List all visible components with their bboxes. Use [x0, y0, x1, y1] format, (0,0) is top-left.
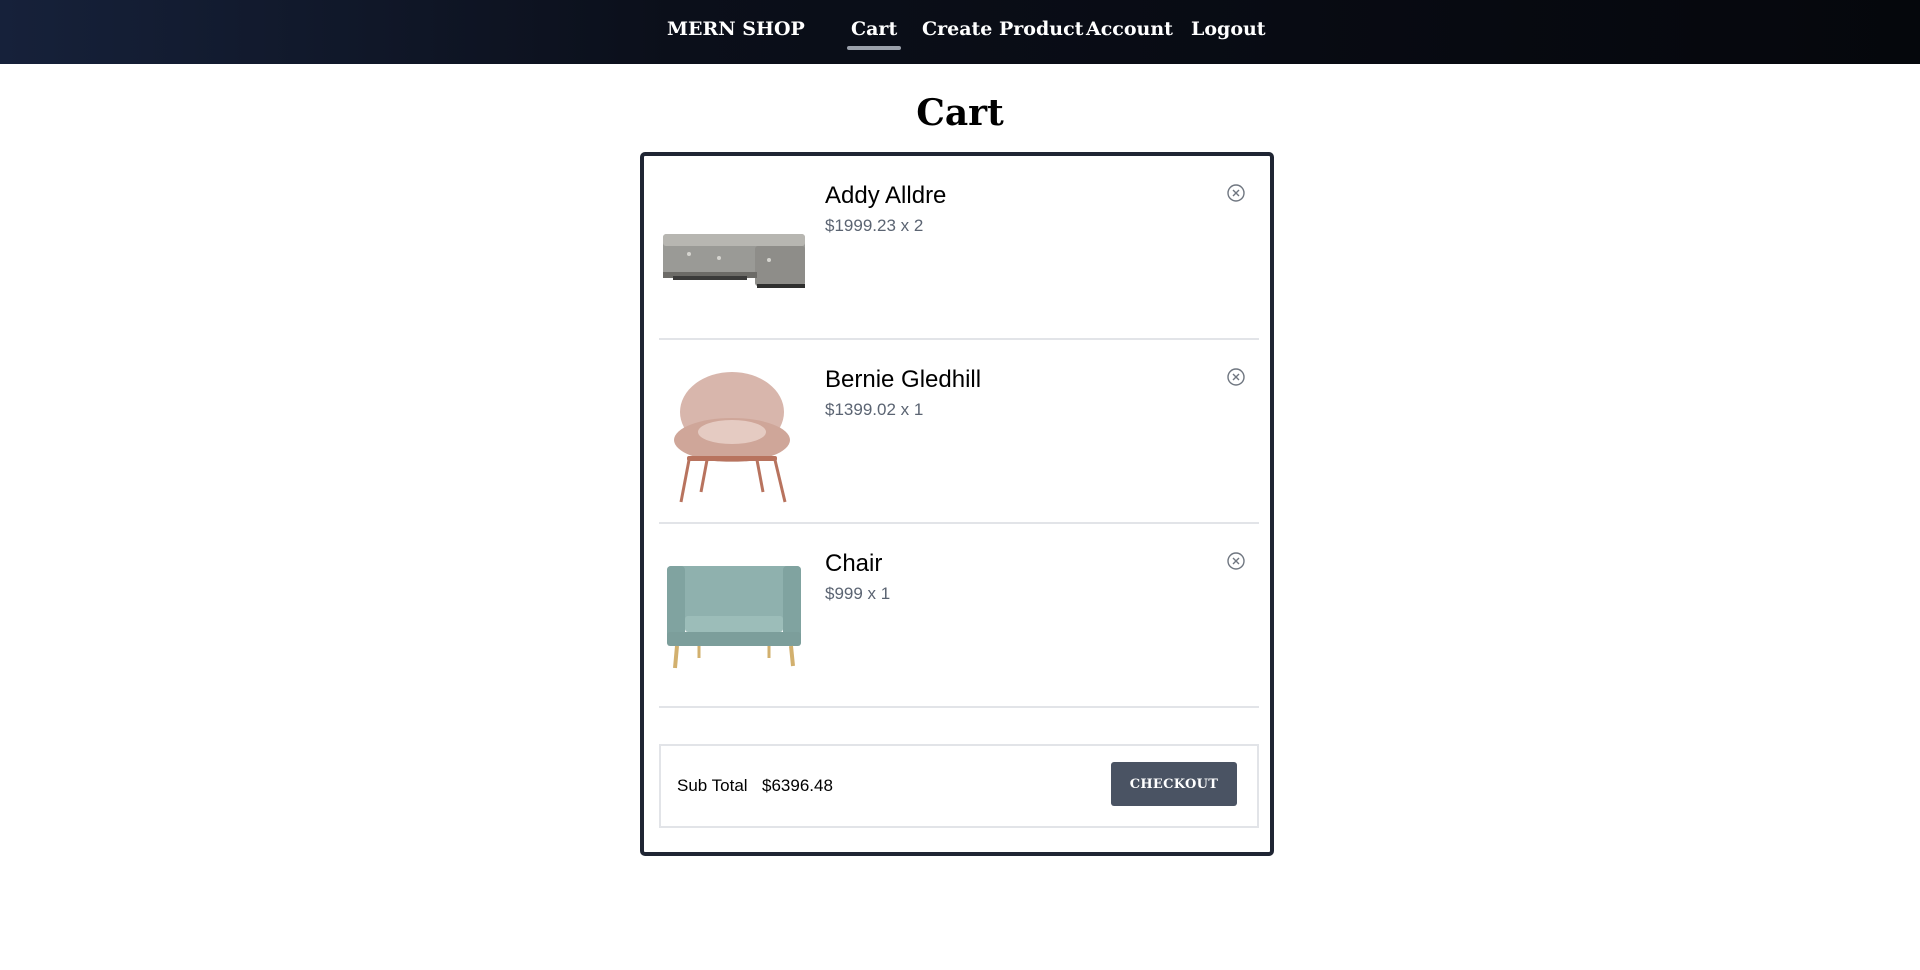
subtotal-value: $6396.48 [762, 776, 833, 795]
top-navbar: MERN SHOP Cart Create Product Account Lo… [0, 0, 1920, 64]
nav-link-create-product[interactable]: Create Product [922, 18, 1083, 40]
item-price-quantity: $999 x 1 [825, 584, 891, 603]
cart-item: Chair $999 x 1 [659, 524, 1259, 708]
checkout-button[interactable]: CHECKOUT [1111, 762, 1237, 806]
item-name[interactable]: Addy Alldre [825, 182, 946, 210]
cart-summary: Sub Total $6396.48 CHECKOUT [659, 744, 1259, 828]
product-image-loveseat [659, 544, 809, 694]
close-circle-icon[interactable] [1226, 183, 1246, 203]
cart-item: Bernie Gledhill $1399.02 x 1 [659, 340, 1259, 524]
close-circle-icon[interactable] [1226, 367, 1246, 387]
item-name[interactable]: Bernie Gledhill [825, 366, 981, 394]
close-circle-icon[interactable] [1226, 551, 1246, 571]
nav-inner: MERN SHOP Cart Create Product Account Lo… [0, 0, 1920, 64]
nav-link-account[interactable]: Account [1086, 18, 1173, 40]
product-image-sectional-sofa [659, 176, 809, 326]
nav-link-cart[interactable]: Cart [846, 18, 902, 50]
cart-item: Addy Alldre $1999.23 x 2 [659, 156, 1259, 340]
item-name[interactable]: Chair [825, 550, 882, 578]
product-image-lounge-chair [659, 360, 809, 510]
page-title: Cart [916, 92, 1004, 134]
nav-link-logout[interactable]: Logout [1191, 18, 1266, 40]
brand-logo[interactable]: MERN SHOP [667, 18, 805, 40]
item-price-quantity: $1399.02 x 1 [825, 400, 924, 419]
subtotal-label: Sub Total [677, 776, 748, 795]
item-price-quantity: $1999.23 x 2 [825, 216, 924, 235]
cart-panel: Addy Alldre $1999.23 x 2 Bernie Gledhill [640, 152, 1274, 856]
